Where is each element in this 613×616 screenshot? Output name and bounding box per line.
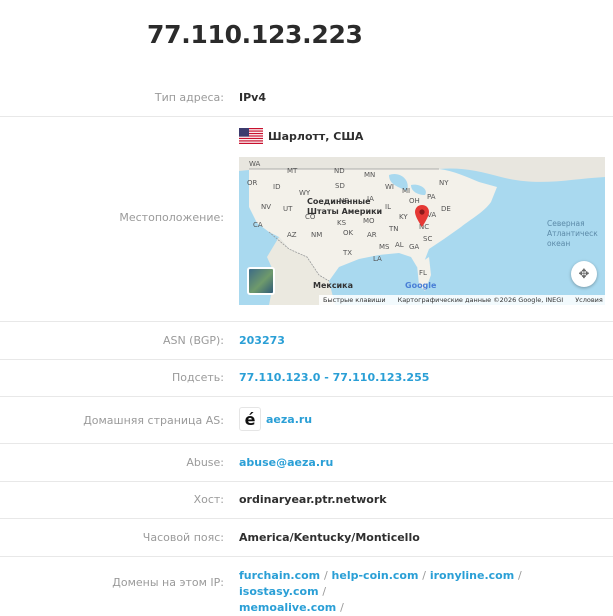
domain-link[interactable]: memoalive.com	[239, 601, 336, 614]
map-state-label: NY	[439, 179, 449, 187]
aeza-logo-icon: é	[239, 407, 261, 431]
domain-link[interactable]: ironyline.com	[430, 569, 514, 582]
location-map[interactable]: WA MT ND MN OR ID WY SD WI MI NY NV UT C…	[239, 157, 605, 305]
map-ocean-label: Северная Атлантическ океан	[547, 219, 598, 248]
map-country-label: Соединенные Штаты Америки	[307, 197, 383, 216]
aeza-logo-char: é	[244, 409, 256, 429]
map-state-label: GA	[409, 243, 420, 251]
domain-separator: /	[422, 569, 427, 582]
map-terms-link[interactable]: Условия	[575, 296, 603, 304]
google-logo: Google	[405, 281, 437, 290]
map-state-label: MN	[364, 171, 376, 179]
map-state-label: MS	[379, 243, 390, 251]
map-state-label: CA	[253, 221, 263, 229]
map-state-label: DE	[441, 205, 451, 213]
map-state-label: MI	[402, 187, 411, 195]
row-abuse: Abuse: abuse@aeza.ru	[0, 443, 613, 481]
map-state-label: ND	[334, 167, 345, 175]
map-mexico-label: Мексика	[313, 281, 353, 290]
subnet-link[interactable]: 77.110.123.0 - 77.110.123.255	[239, 371, 429, 384]
map-state-label: FL	[419, 269, 427, 277]
address-type-value: IPv4	[239, 91, 266, 104]
host-value: ordinaryear.ptr.network	[239, 493, 387, 506]
map-state-label: OH	[409, 197, 420, 205]
map-marker-icon[interactable]	[415, 205, 429, 231]
domain-link[interactable]: isostasy.com	[239, 585, 319, 598]
map-state-label: WY	[299, 189, 311, 197]
map-state-label: PA	[427, 193, 436, 201]
location-city: Шарлотт, США	[268, 130, 364, 143]
map-state-label: KS	[337, 219, 347, 227]
asn-link[interactable]: 203273	[239, 334, 285, 347]
timezone-label: Часовой пояс:	[142, 531, 224, 544]
map-state-label: TN	[389, 225, 399, 233]
map-state-label: AR	[367, 231, 377, 239]
map-state-label: OK	[343, 229, 354, 237]
map-state-label: ID	[273, 183, 281, 191]
row-asn: ASN (BGP): 203273	[0, 321, 613, 359]
map-state-label: AL	[395, 241, 404, 249]
timezone-value: America/Kentucky/Monticello	[239, 531, 420, 544]
map-state-label: OR	[247, 179, 258, 187]
location-label: Местоположение:	[119, 211, 224, 224]
asn-label: ASN (BGP):	[162, 334, 224, 347]
map-state-label: IL	[385, 203, 391, 211]
map-data-attribution: Картографические данные ©2026 Google, IN…	[397, 296, 564, 304]
map-shortcuts-link[interactable]: Быстрые клавиши	[323, 296, 386, 304]
homepage-link[interactable]: aeza.ru	[266, 413, 312, 426]
map-state-label: WA	[249, 160, 261, 168]
us-flag-icon	[239, 128, 263, 144]
map-state-label: WI	[385, 183, 394, 191]
abuse-label: Abuse:	[186, 456, 224, 469]
domains-list: furchain.com / help-coin.com / ironyline…	[239, 568, 559, 616]
row-homepage: Домашняя страница AS: é aeza.ru	[0, 396, 613, 443]
map-state-label: KY	[399, 213, 408, 221]
map-state-label: UT	[283, 205, 293, 213]
domain-separator: /	[340, 601, 344, 614]
ip-address-title: 77.110.123.223	[147, 20, 363, 49]
map-pan-control[interactable]: ✥	[571, 261, 597, 287]
map-state-label: MT	[287, 167, 298, 175]
map-state-label: LA	[373, 255, 382, 263]
domains-label: Домены на этом IP:	[112, 576, 224, 589]
row-address-type: Тип адреса: IPv4	[0, 75, 613, 116]
abuse-email-link[interactable]: abuse@aeza.ru	[239, 456, 333, 469]
row-timezone: Часовой пояс: America/Kentucky/Monticell…	[0, 518, 613, 556]
map-state-label: MO	[363, 217, 375, 225]
host-label: Хост:	[193, 493, 224, 506]
map-footer: Быстрые клавиши Картографические данные …	[319, 295, 605, 305]
map-state-label: SC	[423, 235, 433, 243]
domain-separator: /	[323, 569, 328, 582]
map-satellite-toggle[interactable]	[247, 267, 275, 295]
row-host: Хост: ordinaryear.ptr.network	[0, 481, 613, 518]
move-arrows-icon: ✥	[578, 266, 590, 282]
map-state-label: NM	[311, 231, 323, 239]
domain-separator: /	[322, 585, 327, 598]
address-type-label: Тип адреса:	[154, 91, 224, 104]
domain-link[interactable]: furchain.com	[239, 569, 320, 582]
map-state-label: NV	[261, 203, 272, 211]
row-subnet: Подсеть: 77.110.123.0 - 77.110.123.255	[0, 359, 613, 396]
homepage-label: Домашняя страница AS:	[83, 414, 224, 427]
map-state-label: AZ	[287, 231, 297, 239]
map-state-label: SD	[335, 182, 345, 190]
domain-link[interactable]: help-coin.com	[332, 569, 419, 582]
map-state-label: TX	[343, 249, 353, 257]
domain-separator: /	[518, 569, 522, 582]
row-domains: Домены на этом IP: furchain.com / help-c…	[0, 556, 613, 614]
subnet-label: Подсеть:	[171, 371, 224, 384]
